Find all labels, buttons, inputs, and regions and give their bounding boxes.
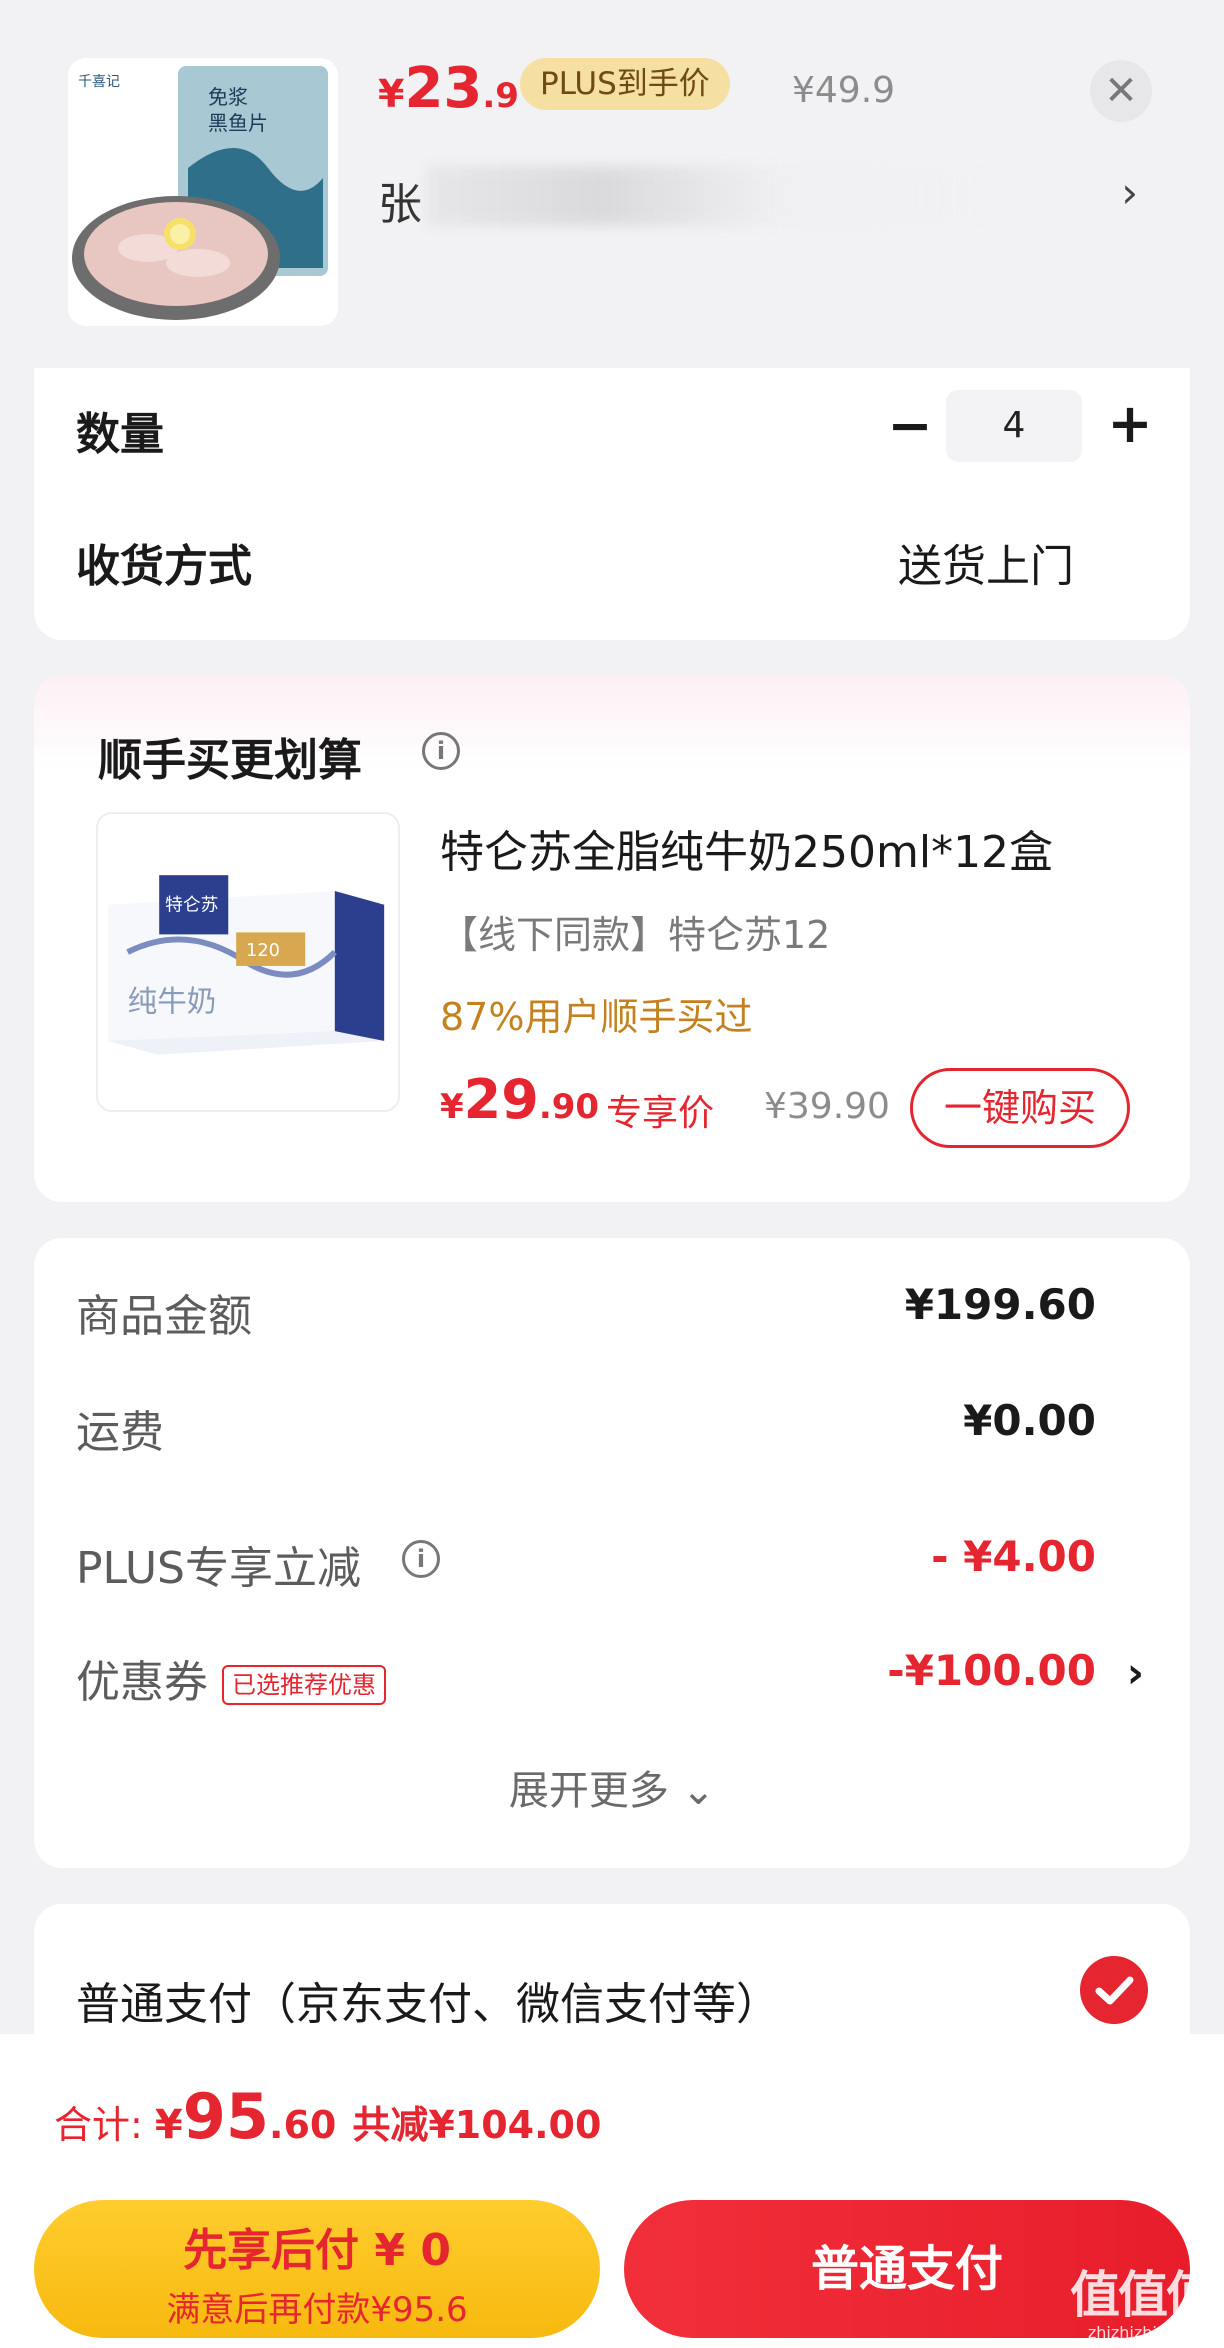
svg-text:黑鱼片: 黑鱼片 — [208, 111, 268, 135]
chevron-right-icon: › — [1121, 168, 1138, 217]
quantity-delivery-card: 数量 − 4 + 收货方式 送货上门 — [34, 368, 1190, 640]
quantity-plus-button[interactable]: + — [1100, 394, 1160, 454]
goods-amount-label: 商品金额 — [76, 1291, 252, 1342]
goods-amount-value: ¥199.60 — [904, 1280, 1096, 1329]
close-icon[interactable]: ✕ — [1090, 60, 1152, 122]
product-header: 免浆 黑鱼片 千喜记 ¥23.9 PLUS到手价 ¥49.9 ✕ 张 › — [0, 0, 1224, 370]
order-total: 合计: ¥95.60 共减¥104.00 — [54, 2080, 602, 2153]
quantity-label: 数量 — [76, 409, 164, 460]
info-icon[interactable]: i — [402, 1540, 440, 1578]
original-price: ¥49.9 — [792, 70, 896, 111]
svg-text:120: 120 — [246, 941, 280, 961]
upsell-price: ¥29.90 — [440, 1068, 600, 1131]
upsell-product-subtitle: 【线下同款】特仑苏12 — [440, 913, 831, 957]
address-row[interactable]: 张 › — [378, 162, 1158, 232]
plus-discount-label: PLUS专享立减 — [76, 1543, 361, 1594]
payment-method-label[interactable]: 普通支付（京东支付、微信支付等） — [76, 1968, 780, 2032]
upsell-product-name[interactable]: 特仑苏全脂纯牛奶250ml*12盒 — [440, 816, 1053, 880]
upsell-users-stat: 87%用户顺手买过 — [440, 995, 753, 1039]
total-saved: 共减¥104.00 — [352, 2103, 602, 2147]
plus-price: ¥23.9 — [378, 56, 519, 121]
checkout-bar: 合计: ¥95.60 共减¥104.00 先享后付 ¥ 0 满意后再付款¥95.6… — [0, 2034, 1224, 2348]
upsell-title: 顺手买更划算 — [98, 735, 362, 786]
svg-text:特仑苏: 特仑苏 — [165, 895, 218, 916]
product-image[interactable]: 免浆 黑鱼片 千喜记 — [68, 58, 338, 326]
coupon-value[interactable]: -¥100.00 — [887, 1646, 1096, 1695]
svg-text:免浆: 免浆 — [208, 85, 248, 109]
delivery-method-value[interactable]: 送货上门 — [898, 530, 1074, 594]
expand-more-button[interactable]: 展开更多 ⌄ — [34, 1758, 1190, 1816]
chevron-right-icon[interactable]: › — [1127, 1648, 1144, 1697]
order-summary-card: 商品金额 ¥199.60 运费 ¥0.00 PLUS专享立减 i - ¥4.00… — [34, 1238, 1190, 1868]
checkmark-icon[interactable] — [1080, 1956, 1148, 2024]
delivery-method-label: 收货方式 — [76, 541, 252, 592]
one-click-buy-button[interactable]: 一键购买 — [910, 1068, 1130, 1148]
pay-later-title: 先享后付 ¥ 0 — [183, 2225, 451, 2276]
quantity-minus-button[interactable]: − — [880, 396, 940, 456]
pay-later-subtitle: 满意后再付款¥95.6 — [166, 2290, 468, 2330]
upsell-product-image[interactable]: 特仑苏 纯牛奶 120 — [96, 812, 400, 1112]
shipping-fee-value: ¥0.00 — [963, 1396, 1096, 1445]
plus-discount-value: - ¥4.00 — [931, 1532, 1096, 1581]
quantity-input[interactable]: 4 — [946, 390, 1082, 462]
pay-later-button[interactable]: 先享后付 ¥ 0 满意后再付款¥95.6 — [34, 2200, 600, 2338]
plus-price-badge: PLUS到手价 — [520, 58, 730, 110]
coupon-recommended-tag: 已选推荐优惠 — [222, 1665, 386, 1705]
svg-text:纯牛奶: 纯牛奶 — [128, 984, 217, 1018]
address-text: 张 — [378, 179, 422, 230]
upsell-original-price: ¥39.90 — [764, 1086, 890, 1127]
upsell-card: 顺手买更划算 i 特仑苏 纯牛奶 120 特仑苏全脂纯牛奶250ml*12盒 【… — [34, 676, 1190, 1202]
upsell-exclusive-label: 专享价 — [606, 1093, 715, 1134]
shipping-fee-label: 运费 — [76, 1407, 164, 1458]
coupon-label: 优惠券 — [76, 1657, 208, 1708]
svg-text:千喜记: 千喜记 — [78, 74, 120, 90]
info-icon[interactable]: i — [422, 732, 460, 770]
watermark-logo: 值值值 zhizhizhi.com — [1070, 2266, 1216, 2342]
coupon-row[interactable]: 优惠券 已选推荐优惠 — [76, 1646, 386, 1710]
address-redacted — [426, 166, 1006, 226]
